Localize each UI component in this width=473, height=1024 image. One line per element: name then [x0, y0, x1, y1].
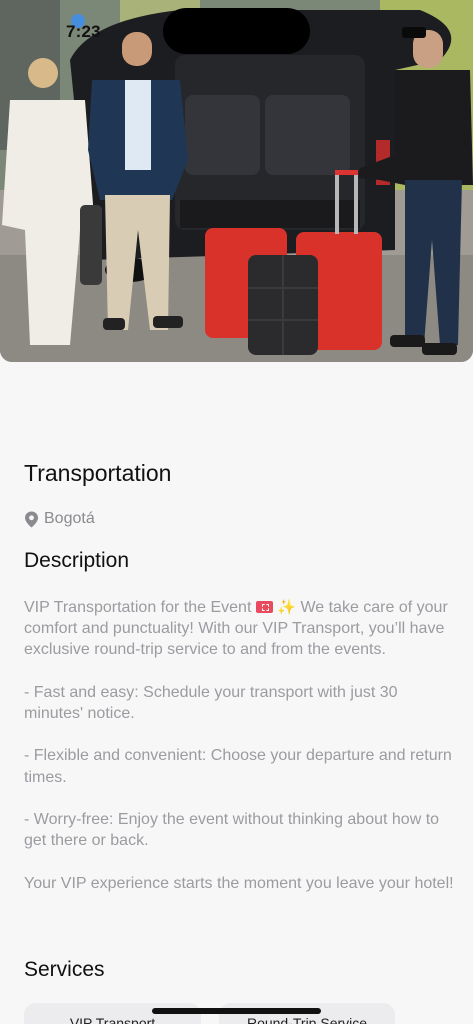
location-pin-icon: [25, 511, 38, 527]
description-heading: Description: [24, 549, 130, 572]
listing-title: Transportation: [24, 460, 172, 486]
hero-photo-illustration: [0, 0, 473, 362]
location-text: Bogotá: [44, 510, 95, 527]
services-heading: Services: [24, 958, 105, 981]
hero-image: 7:23: [0, 0, 473, 362]
service-chip-label: VIP Transport: [69, 1015, 156, 1024]
description-intro: VIP Transportation for the Event ✨ We ta…: [24, 597, 454, 661]
description-closing: Your VIP experience starts the moment yo…: [24, 874, 454, 892]
status-time: 7:23: [66, 22, 101, 41]
description-point: - Flexible and convenient: Choose your d…: [24, 747, 452, 786]
service-chip-label: Round-Trip Service: [246, 1015, 368, 1024]
description-intro-start: VIP Transportation for the Event: [24, 599, 252, 616]
sparkles-emoji-icon: ✨: [277, 599, 296, 616]
dynamic-island: [163, 8, 310, 54]
battery-icon: [402, 27, 426, 38]
ticket-emoji-icon: [255, 601, 273, 613]
home-indicator[interactable]: [152, 1008, 321, 1014]
screen: 7:23 Transportation Bogotá Description V…: [0, 0, 473, 1024]
description-body: VIP Transportation for the Event ✨ We ta…: [24, 597, 454, 894]
description-point: - Worry-free: Enjoy the event without th…: [24, 810, 440, 850]
description-point: - Fast and easy: Schedule your transport…: [24, 683, 398, 722]
location-row: Bogotá: [24, 508, 95, 530]
